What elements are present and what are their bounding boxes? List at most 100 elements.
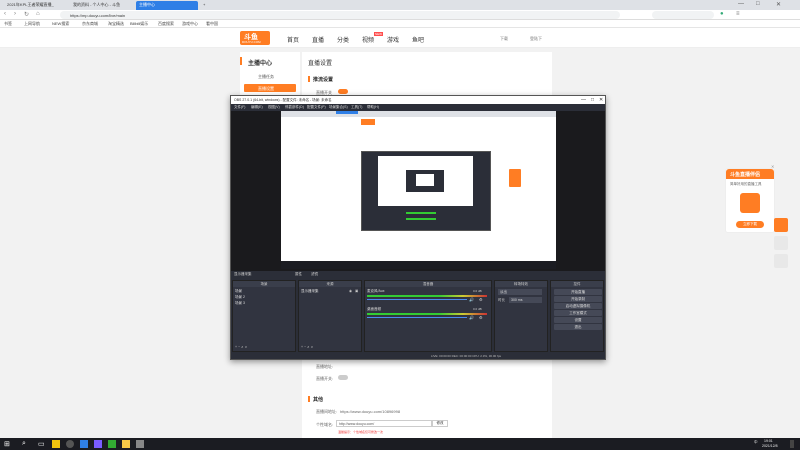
bookmark-item[interactable]: 百度搜索 [158,21,174,27]
side-action-top-icon[interactable] [774,254,788,268]
scene-item[interactable]: 场景 2 [235,295,245,300]
nav-fishbar[interactable]: 鱼吧 [412,35,424,44]
file-explorer-icon[interactable] [52,440,60,448]
obs-menu-view[interactable]: 视图(V) [268,105,280,110]
obs-filters-button[interactable]: 滤镜 [311,272,318,277]
mixer-volume-slider[interactable] [367,317,467,318]
bookmark-item[interactable]: 京东商城 [82,21,98,27]
studio-mode-button[interactable]: 工作室模式 [554,310,602,316]
windows-start-icon[interactable]: ⊞ [4,440,12,448]
menu-item-live-settings[interactable]: 直播设置 [244,84,296,92]
obs-menu-file[interactable]: 文件(F) [234,105,245,110]
bookmark-item[interactable]: 淘宝精选 [108,21,124,27]
speaker-icon[interactable]: 🔊 [469,297,474,302]
obs-minimize-button[interactable]: — [581,97,586,103]
back-icon[interactable]: ‹ [4,11,6,17]
browser-tab-2[interactable]: 我的资料 - 个人中心 - 斗鱼 [70,1,132,10]
obs-menu-tools[interactable]: 工具(T) [351,105,362,110]
douyu-companion-promo[interactable]: 斗鱼直播伴侣 简单好用的直播工具 立即下载 ✕ [725,164,775,233]
gear-icon[interactable]: ⚙ [479,315,483,320]
obs-maximize-button[interactable]: □ [591,97,594,103]
promo-download-button[interactable]: 立即下载 [736,221,764,228]
scene-item[interactable]: 场景 [235,289,242,294]
douyu-logo[interactable]: 斗鱼 DOUYU.COM [240,31,270,45]
obs-menu-scenes[interactable]: 场景集合(S) [329,105,348,110]
clock-date[interactable]: 2021/12/8 [762,444,778,448]
side-action-refresh-icon[interactable] [774,236,788,250]
obs-close-button[interactable]: ✕ [599,97,603,103]
notification-icon[interactable] [790,440,794,448]
live-toggle[interactable] [338,89,348,94]
clock-time[interactable]: 19:01 [764,439,773,443]
switch-toggle[interactable] [338,375,348,380]
address-bar: ‹ › ↻ ⌂ https://mp.douyu.com/live/main ●… [0,10,800,20]
nav-category[interactable]: 分类 [337,35,349,44]
menu-icon[interactable]: ≡ [736,11,740,17]
site-header: 斗鱼 DOUYU.COM 首页 直播 分类 视频 NEW 游戏 鱼吧 下载 登陆… [0,28,800,48]
app-icon[interactable] [108,440,116,448]
start-streaming-button[interactable]: 开始直播 [554,289,602,295]
bookmark-item[interactable]: NEW搜索 [52,21,69,27]
obs-menu-help[interactable]: 帮助(H) [367,105,379,110]
lock-icon[interactable]: ▣ [355,289,358,293]
bookmark-item[interactable]: 看中国 [206,21,218,27]
refresh-icon[interactable]: ↻ [24,11,29,18]
new-tab-button[interactable]: + [200,1,208,10]
domain-modify-button[interactable]: 修改 [432,420,448,427]
home-icon[interactable]: ⌂ [36,11,40,17]
close-button[interactable]: ✕ [776,1,781,8]
steam-icon[interactable] [94,440,102,448]
close-icon[interactable]: ✕ [771,164,774,169]
obs-statusbar: LIVE: 00:00:00 REC: 00:00:00 CPU: 2.3%, … [231,353,605,359]
gear-icon[interactable]: ⚙ [479,297,483,302]
bookmark-item[interactable]: 书签 [4,21,12,27]
eye-icon[interactable]: ◉ [349,289,352,293]
bookmark-item[interactable]: Bilibili娱乐 [130,21,148,27]
settings-button[interactable]: 设置 [554,317,602,323]
task-view-icon[interactable]: ▭ [38,440,46,448]
user-menu[interactable]: 登陆下 [530,36,542,42]
obs-menu-docks[interactable]: 停靠部件(D) [285,105,304,110]
search-input[interactable] [652,11,714,19]
extension-icon[interactable]: ● [720,11,724,17]
obs-properties-button[interactable]: 属性 [295,272,302,277]
download-link[interactable]: 下载 [500,36,508,42]
nav-video[interactable]: 视频 [362,35,374,44]
source-item[interactable]: 显示器采集 [301,289,319,294]
mixer-volume-slider[interactable] [367,299,467,300]
menu-item-tasks[interactable]: 主播任务 [258,74,274,80]
source-toolbar[interactable]: + − ∧ ∨ [301,345,313,349]
duration-input[interactable]: 300 ms [509,297,542,303]
domain-input[interactable]: http://www.douyu.com/ [336,420,432,427]
input-language[interactable]: 中 [754,440,758,445]
browser-tab-1[interactable]: 2021年KPL王者荣耀直播_ [4,1,66,10]
obs-taskbar-icon[interactable] [66,440,74,448]
bookmark-item[interactable]: 上网导航 [24,21,40,27]
app-icon[interactable] [122,440,130,448]
nav-home[interactable]: 首页 [287,35,299,44]
obs-menu-edit[interactable]: 编辑(E) [251,105,263,110]
minimize-button[interactable]: — [738,1,744,7]
scene-item[interactable]: 场景 3 [235,301,245,306]
preview-nested-canvas [378,156,473,206]
bookmark-item[interactable]: 游戏中心 [182,21,198,27]
nav-game[interactable]: 游戏 [387,35,399,44]
exit-button[interactable]: 退出 [554,324,602,330]
scene-toolbar[interactable]: + − ∧ ∨ [235,345,247,349]
transition-select[interactable]: 淡出 [498,289,542,295]
browser-taskbar-icon[interactable] [80,440,88,448]
forward-icon[interactable]: › [14,11,16,17]
app-icon[interactable] [136,440,144,448]
start-recording-button[interactable]: 开始录制 [554,296,602,302]
virtual-camera-button[interactable]: 启动虚拟摄像机 [554,303,602,309]
obs-preview-canvas[interactable] [281,111,556,269]
maximize-button[interactable]: □ [756,1,760,7]
speaker-icon[interactable]: 🔊 [469,315,474,320]
search-icon[interactable]: ⌕ [22,440,30,448]
browser-tab-3[interactable]: 主播中心 [136,1,198,10]
nav-live[interactable]: 直播 [312,35,324,44]
url-field[interactable]: https://mp.douyu.com/live/main [60,11,620,19]
side-action-video-icon[interactable] [774,218,788,232]
obs-menu-profile[interactable]: 配置文件(P) [307,105,326,110]
obs-menubar: 文件(F) 编辑(E) 视图(V) 停靠部件(D) 配置文件(P) 场景集合(S… [231,104,605,111]
